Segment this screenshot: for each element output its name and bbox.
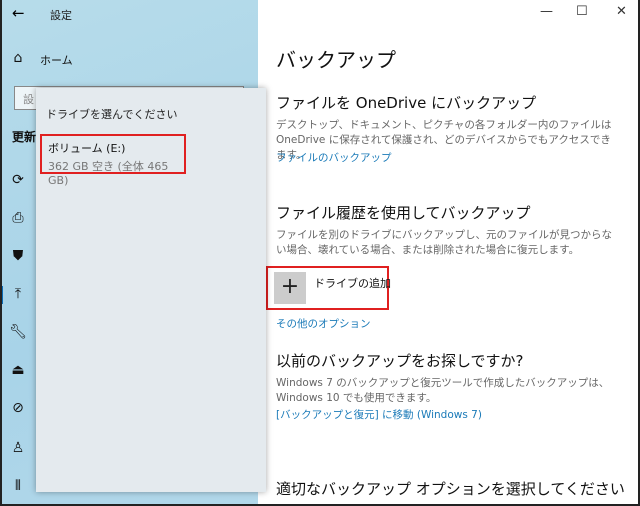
home-icon: ⌂ — [13, 50, 23, 66]
selected-indicator — [0, 286, 3, 304]
drive-picker-flyout: ドライブを選んでください ボリューム (E:) 362 GB 空き (全体 46… — [36, 88, 266, 492]
previous-heading: 以前のバックアップをお探しですか? — [276, 352, 524, 370]
find-device-icon[interactable]: ♙ — [8, 440, 28, 456]
recovery-icon[interactable]: ⏏ — [8, 362, 28, 378]
drive-item-e[interactable]: ボリューム (E:) 362 GB 空き (全体 465 GB) — [40, 134, 186, 187]
add-drive-label[interactable]: ドライブの追加 — [314, 275, 391, 291]
choose-heading: 適切なバックアップ オプションを選択してください — [276, 480, 625, 498]
main-content: — ☐ ✕ バックアップ ファイルを OneDrive にバックアップ デスクト… — [258, 0, 640, 506]
previous-desc: Windows 7 のバックアップと復元ツールで作成したバックアップは、Wind… — [276, 377, 610, 404]
flyout-title: ドライブを選んでください — [46, 108, 178, 121]
drive-name: ボリューム (E:) — [48, 142, 126, 155]
developer-icon[interactable]: ⫴ — [8, 478, 28, 494]
activation-icon[interactable]: ⊘ — [8, 400, 28, 416]
drive-info: 362 GB 空き (全体 465 GB) — [48, 160, 169, 187]
wrench-icon[interactable]: 🔧︎ — [8, 324, 28, 340]
window-title: 設定 — [50, 9, 72, 22]
add-drive-button[interactable]: + — [274, 272, 306, 304]
back-button[interactable]: ← — [12, 4, 25, 22]
sync-icon[interactable]: ⟳ — [8, 172, 28, 188]
plus-icon: + — [280, 274, 300, 299]
delivery-optimization-icon[interactable]: ⎙ — [8, 210, 28, 226]
backup-restore-link[interactable]: [バックアップと復元] に移動 (Windows 7) — [276, 407, 482, 422]
close-button[interactable]: ✕ — [616, 4, 627, 19]
history-heading: ファイル履歴を使用してバックアップ — [276, 204, 531, 222]
section-heading: 更新 — [12, 130, 37, 144]
sidebar-item-home[interactable]: ホーム — [40, 52, 73, 68]
onedrive-heading: ファイルを OneDrive にバックアップ — [276, 94, 537, 112]
minimize-button[interactable]: — — [540, 4, 553, 19]
more-options-link[interactable]: その他のオプション — [276, 316, 371, 331]
backup-icon[interactable]: ⤒ — [8, 286, 28, 302]
history-desc: ファイルを別のドライブにバックアップし、元のファイルが見つからない場合、壊れてい… — [276, 229, 612, 256]
page-title: バックアップ — [276, 48, 396, 72]
maximize-button[interactable]: ☐ — [576, 4, 588, 19]
file-backup-link[interactable]: ファイルのバックアップ — [276, 150, 392, 165]
search-placeholder: 設 — [23, 93, 34, 106]
shield-icon[interactable]: ⛊ — [8, 248, 28, 264]
